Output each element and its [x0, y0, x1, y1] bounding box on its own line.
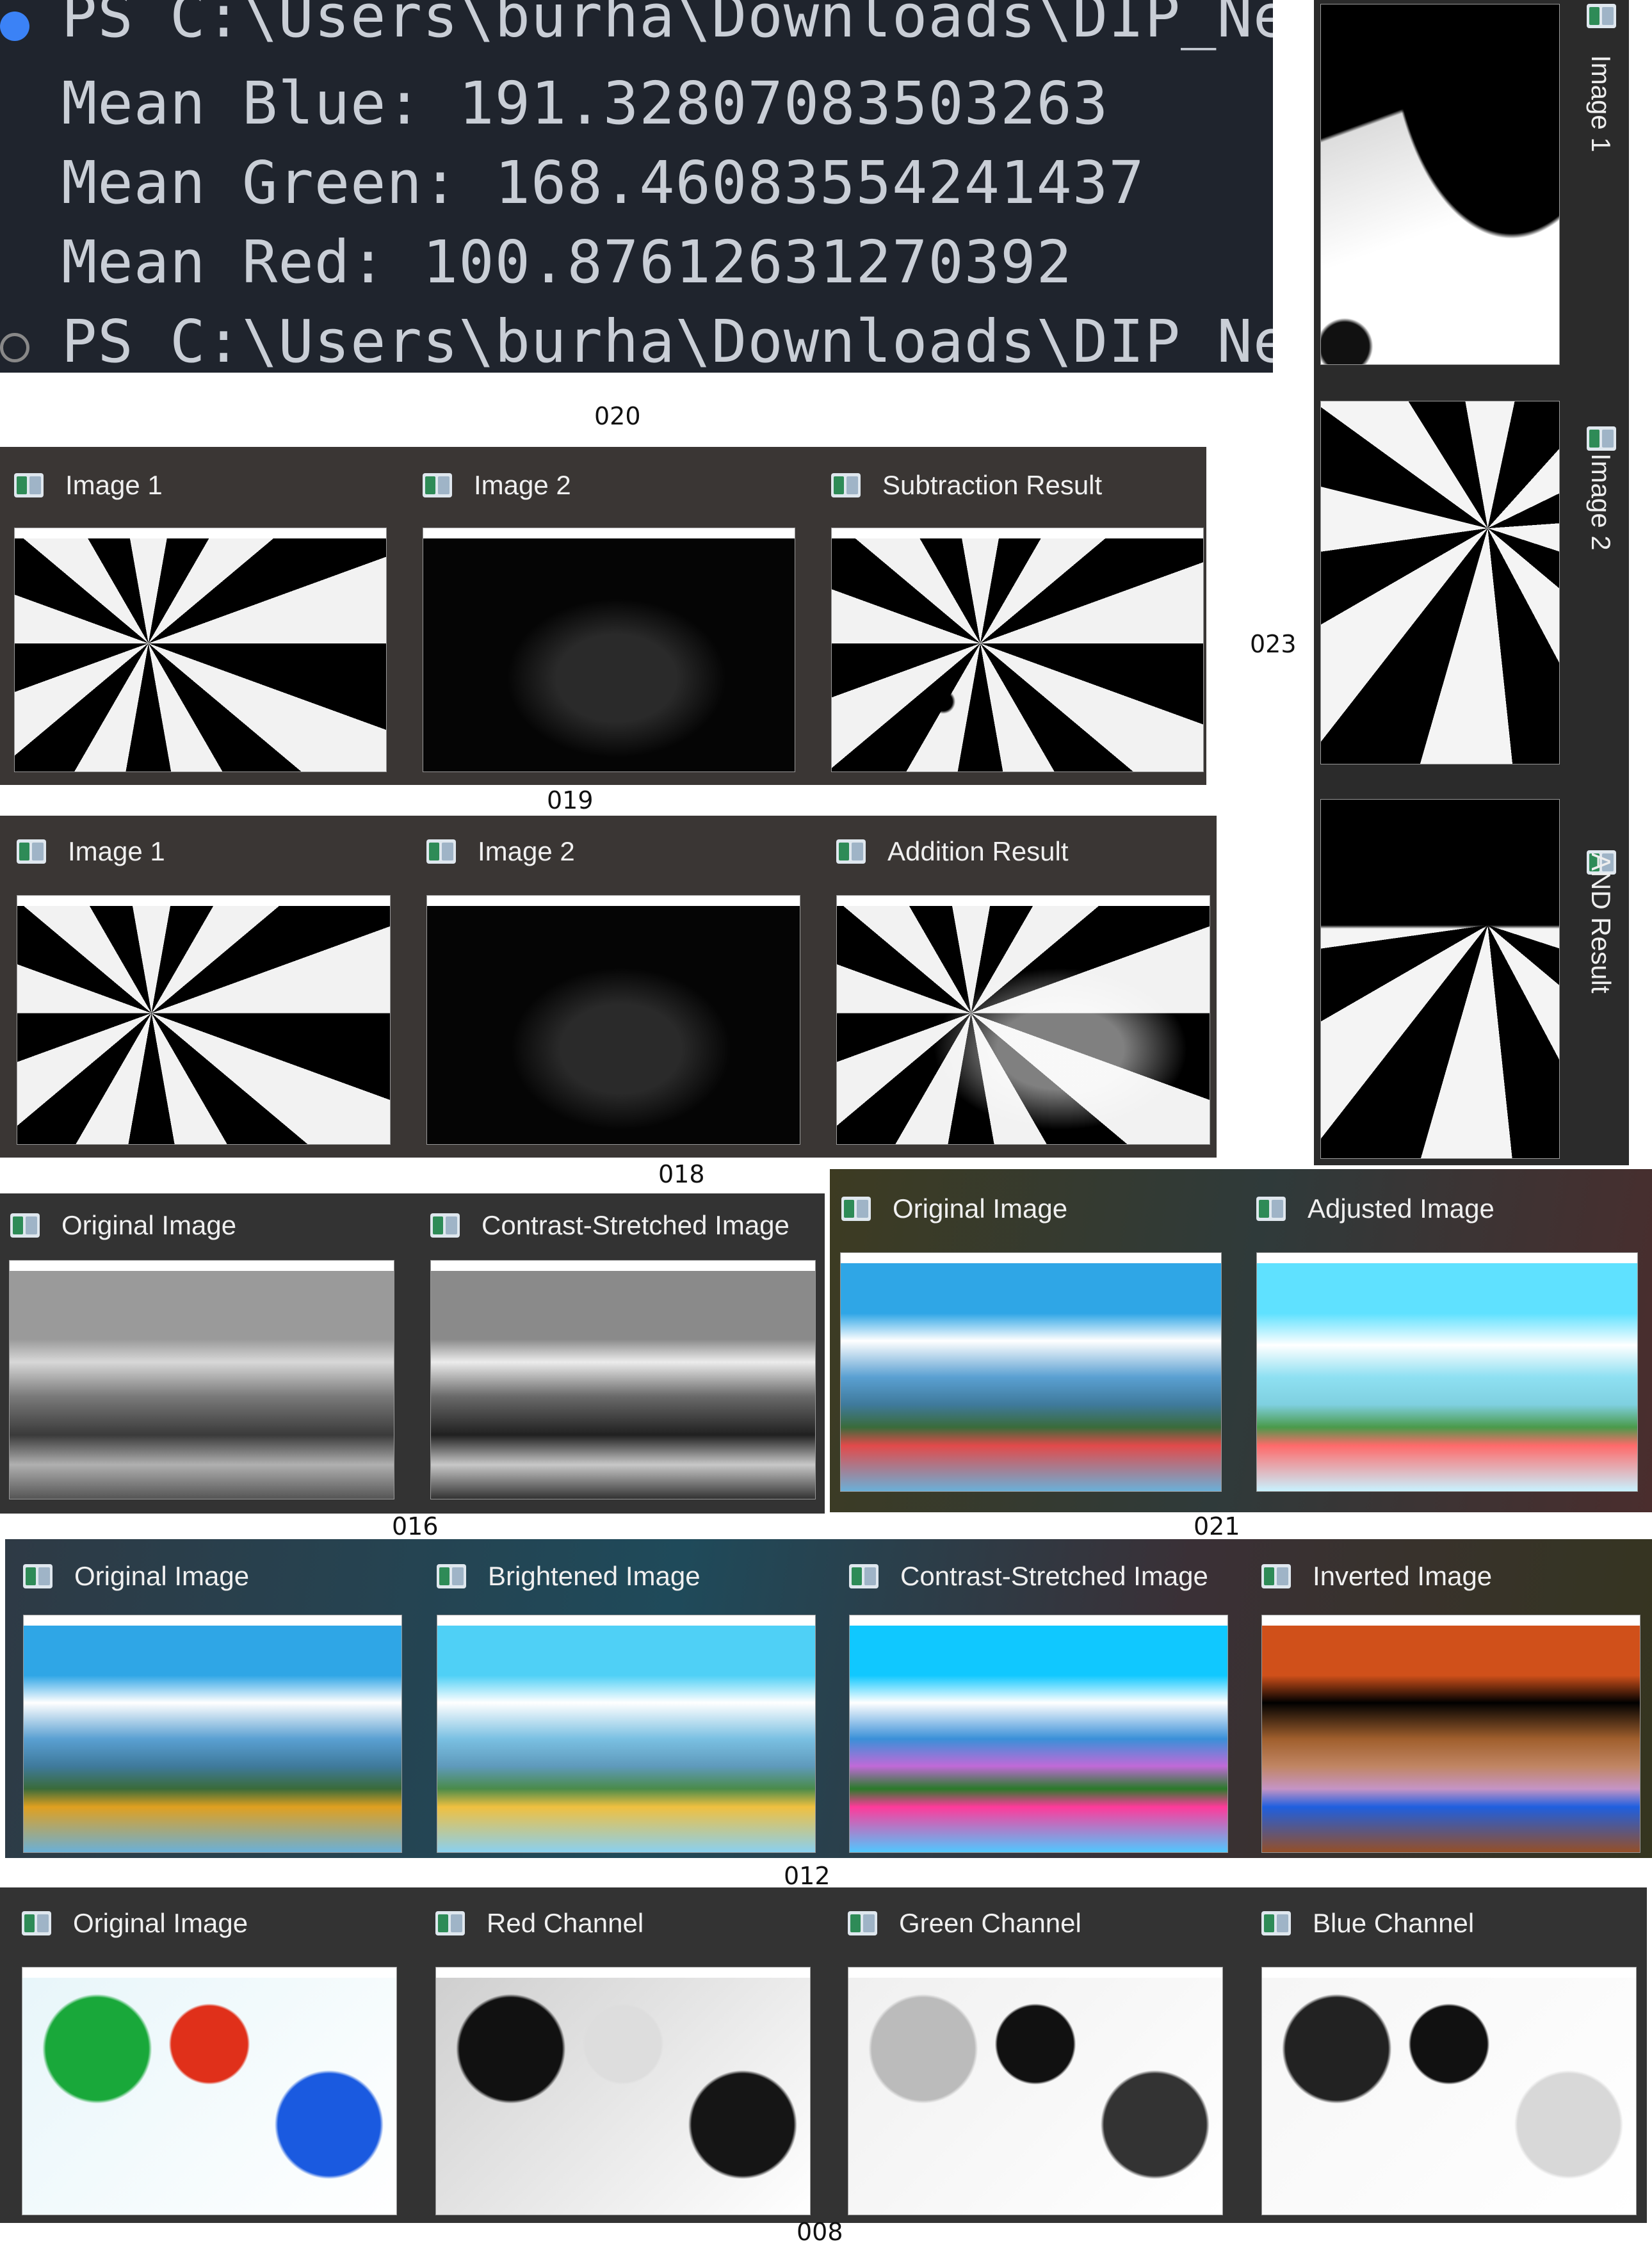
- image-window: [836, 895, 1210, 1145]
- opencv-window-icon: [1587, 426, 1616, 451]
- caption-023: 023: [1250, 630, 1297, 658]
- caption-018: 018: [658, 1160, 705, 1188]
- opencv-window-icon: [841, 1197, 871, 1221]
- opencv-window-icon: [22, 1911, 51, 1935]
- window-title: Subtraction Result: [882, 470, 1103, 500]
- caption-012: 012: [784, 1862, 830, 1890]
- image-window: [1320, 401, 1560, 764]
- window-title: Image 2: [474, 470, 571, 500]
- image-window: [435, 1967, 811, 2215]
- opencv-window-icon: [848, 1911, 877, 1935]
- caption-019: 019: [547, 786, 594, 814]
- window-title: Image 2: [1586, 453, 1616, 551]
- image-window: [1256, 1252, 1638, 1492]
- image-window: [9, 1260, 394, 1499]
- caption-008: 008: [797, 2218, 843, 2246]
- window-title: Original Image: [61, 1210, 237, 1240]
- opencv-window-icon: [430, 1213, 460, 1238]
- opencv-window-icon: [17, 839, 46, 864]
- terminal-prompt: PS C:\Users\burha\Downloads\DIP_Ne: [61, 307, 1273, 373]
- opencv-window-icon: [23, 1564, 53, 1588]
- image-window: [848, 1967, 1223, 2215]
- window-title: Blue Channel: [1313, 1908, 1475, 1938]
- window-title: Original Image: [74, 1561, 250, 1591]
- panel-019: Image 1 Image 2 Subtraction Result: [0, 447, 1206, 785]
- panel-023: Image 1 Image 2 AND Result: [1314, 0, 1629, 1165]
- window-title: Brightened Image: [488, 1561, 700, 1591]
- image-window: [1320, 799, 1560, 1159]
- opencv-window-icon: [1261, 1564, 1291, 1588]
- opencv-window-icon: [849, 1564, 879, 1588]
- window-title: Original Image: [893, 1193, 1068, 1224]
- mean-blue-line: Mean Blue: 191.32807083503263: [61, 69, 1109, 138]
- panel-021: Original Image Adjusted Image: [830, 1169, 1652, 1512]
- opencv-window-icon: [836, 839, 866, 864]
- window-title: Original Image: [73, 1908, 248, 1938]
- image-window: [23, 1615, 402, 1853]
- panel-018: Image 1 Image 2 Addition Result: [0, 816, 1217, 1158]
- terminal-prompt: PS C:\Users\burha\Downloads\DIP_Ne: [61, 0, 1273, 51]
- window-title: Adjusted Image: [1308, 1193, 1494, 1224]
- window-title: Contrast-Stretched Image: [482, 1210, 790, 1240]
- panel-016: Original Image Contrast-Stretched Image: [0, 1193, 825, 1514]
- window-title: Green Channel: [899, 1908, 1081, 1938]
- terminal-output: PS C:\Users\burha\Downloads\DIP_Ne Mean …: [0, 0, 1273, 373]
- image-window: [426, 895, 800, 1145]
- terminal-status-dot-icon: [0, 12, 29, 41]
- window-title: Red Channel: [487, 1908, 644, 1938]
- mean-red-line: Mean Red: 100.87612631270392: [61, 228, 1073, 296]
- caption-016: 016: [392, 1512, 439, 1540]
- panel-012: Original Image Brightened Image Contrast…: [5, 1539, 1652, 1858]
- window-title: Addition Result: [887, 836, 1069, 866]
- image-window: [1261, 1615, 1640, 1853]
- image-window: [430, 1260, 816, 1499]
- opencv-window-icon: [423, 473, 452, 497]
- caption-020: 020: [594, 402, 641, 430]
- panel-008: Original Image Red Channel Green Channel…: [0, 1887, 1647, 2223]
- opencv-window-icon: [1587, 4, 1616, 28]
- window-title: Inverted Image: [1313, 1561, 1493, 1591]
- opencv-window-icon: [426, 839, 456, 864]
- window-title: AND Result: [1586, 853, 1616, 994]
- window-title: Image 2: [478, 836, 575, 866]
- window-title: Image 1: [65, 470, 163, 500]
- image-window: [22, 1967, 397, 2215]
- opencv-window-icon: [831, 473, 861, 497]
- terminal-status-dot-icon: [0, 333, 29, 362]
- window-title: Image 1: [68, 836, 165, 866]
- opencv-window-icon: [10, 1213, 40, 1238]
- mean-green-line: Mean Green: 168.46083554241437: [61, 149, 1145, 217]
- image-window: [831, 528, 1204, 772]
- image-window: [14, 528, 387, 772]
- opencv-window-icon: [1261, 1911, 1291, 1935]
- window-title: Image 1: [1586, 55, 1616, 152]
- opencv-window-icon: [435, 1911, 465, 1935]
- opencv-window-icon: [1256, 1197, 1286, 1221]
- opencv-window-icon: [437, 1564, 466, 1588]
- window-title: Contrast-Stretched Image: [900, 1561, 1208, 1591]
- image-window: [17, 895, 391, 1145]
- image-window: [840, 1252, 1222, 1492]
- image-window: [1320, 4, 1560, 365]
- caption-021: 021: [1194, 1512, 1240, 1540]
- image-window: [423, 528, 795, 772]
- image-window: [849, 1615, 1228, 1853]
- image-window: [1261, 1967, 1637, 2215]
- opencv-window-icon: [14, 473, 44, 497]
- image-window: [437, 1615, 816, 1853]
